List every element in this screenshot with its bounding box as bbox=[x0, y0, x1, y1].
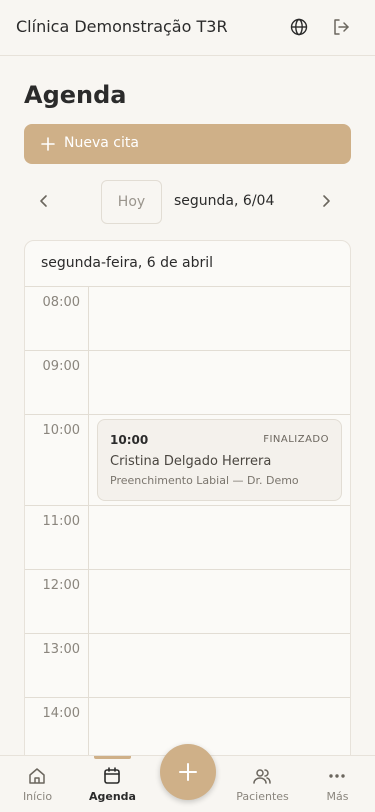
app-title: Clínica Demonstração T3R bbox=[16, 17, 228, 36]
time-slot[interactable] bbox=[88, 506, 350, 569]
hour-label: 10:00 bbox=[42, 423, 80, 438]
top-bar: Clínica Demonstração T3R bbox=[0, 0, 375, 56]
page-title: Agenda bbox=[24, 81, 127, 109]
hour-label: 14:00 bbox=[42, 706, 80, 721]
new-appointment-button[interactable]: Nueva cita bbox=[24, 124, 351, 164]
hour-label: 13:00 bbox=[42, 642, 80, 657]
calendar-day-header: segunda-feira, 6 de abril bbox=[25, 241, 350, 287]
tab-label: Más bbox=[326, 790, 349, 803]
chevron-right-icon[interactable] bbox=[316, 191, 336, 211]
time-slot[interactable] bbox=[88, 570, 350, 633]
plus-icon bbox=[179, 763, 197, 781]
hour-label: 09:00 bbox=[42, 359, 80, 374]
chevron-left-icon[interactable] bbox=[34, 191, 54, 211]
day-calendar: segunda-feira, 6 de abril 08:00 09:00 10… bbox=[24, 240, 351, 800]
current-date-label: segunda, 6/04 bbox=[174, 193, 275, 209]
hour-label: 12:00 bbox=[42, 578, 80, 593]
globe-icon[interactable] bbox=[289, 17, 309, 37]
users-icon bbox=[253, 769, 271, 784]
appointment-details: Preenchimento Labial — Dr. Demo bbox=[110, 474, 299, 487]
hour-row: 13:00 bbox=[25, 634, 350, 698]
logout-icon[interactable] bbox=[331, 17, 351, 37]
hour-row: 12:00 bbox=[25, 570, 350, 634]
calendar-icon bbox=[104, 767, 120, 784]
time-slot[interactable] bbox=[88, 698, 350, 761]
hour-row: 08:00 bbox=[25, 287, 350, 351]
tab-agenda[interactable]: Agenda bbox=[75, 756, 150, 812]
hour-row: 11:00 bbox=[25, 506, 350, 570]
time-slot[interactable] bbox=[88, 351, 350, 414]
new-appointment-label: Nueva cita bbox=[64, 135, 139, 151]
time-slot[interactable] bbox=[88, 634, 350, 697]
tab-inicio[interactable]: Início bbox=[0, 756, 75, 812]
tab-mas[interactable]: Más bbox=[300, 756, 375, 812]
hour-row: 10:00 10:00 FINALIZADO Cristina Delgado … bbox=[25, 415, 350, 506]
hour-row: 09:00 bbox=[25, 351, 350, 415]
appointment-time: 10:00 bbox=[110, 433, 149, 447]
today-button[interactable]: Hoy bbox=[101, 180, 162, 224]
tab-pacientes[interactable]: Pacientes bbox=[225, 756, 300, 812]
tab-label: Início bbox=[22, 790, 53, 803]
active-tab-indicator bbox=[94, 756, 131, 759]
add-appointment-fab[interactable] bbox=[160, 744, 216, 800]
time-slot[interactable] bbox=[88, 287, 350, 350]
home-icon bbox=[29, 768, 45, 784]
plus-icon bbox=[41, 137, 55, 151]
hour-label: 08:00 bbox=[42, 295, 80, 310]
appointment-status-badge: FINALIZADO bbox=[263, 434, 329, 445]
tab-label: Agenda bbox=[89, 790, 136, 803]
tab-label: Pacientes bbox=[236, 790, 289, 803]
appointment-card[interactable]: 10:00 FINALIZADO Cristina Delgado Herrer… bbox=[97, 419, 342, 501]
more-icon bbox=[329, 774, 345, 778]
appointment-patient-name: Cristina Delgado Herrera bbox=[110, 454, 272, 469]
hour-label: 11:00 bbox=[42, 514, 80, 529]
